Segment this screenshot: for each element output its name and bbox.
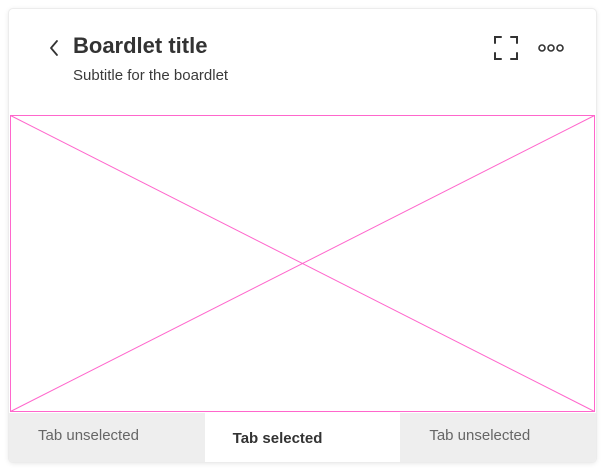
back-button[interactable] [43, 35, 65, 61]
chevron-left-icon [50, 40, 58, 56]
tab-1[interactable]: Tab unselected [9, 413, 205, 462]
boardlet-title: Boardlet title [73, 33, 208, 58]
boardlet-subtitle: Subtitle for the boardlet [73, 67, 229, 84]
tab-label: Tab unselected [429, 427, 531, 444]
tab-label: Tab selected [232, 430, 323, 447]
more-options-button[interactable] [537, 35, 565, 61]
boardlet-header: Boardlet title Subtitle for the boardlet [9, 9, 596, 116]
more-horizontal-icon [538, 44, 564, 52]
tab-label: Tab unselected [38, 427, 139, 444]
boardlet-card: Boardlet title Subtitle for the boardlet [9, 9, 596, 462]
image-placeholder-graphic [10, 115, 595, 412]
fullscreen-icon [494, 36, 518, 60]
fullscreen-button[interactable] [493, 35, 519, 61]
content-placeholder [10, 115, 595, 412]
tab-bar: Tab unselected Tab selected Tab unselect… [9, 413, 596, 462]
tab-3[interactable]: Tab unselected [400, 413, 596, 462]
tab-2[interactable]: Tab selected [204, 413, 401, 462]
